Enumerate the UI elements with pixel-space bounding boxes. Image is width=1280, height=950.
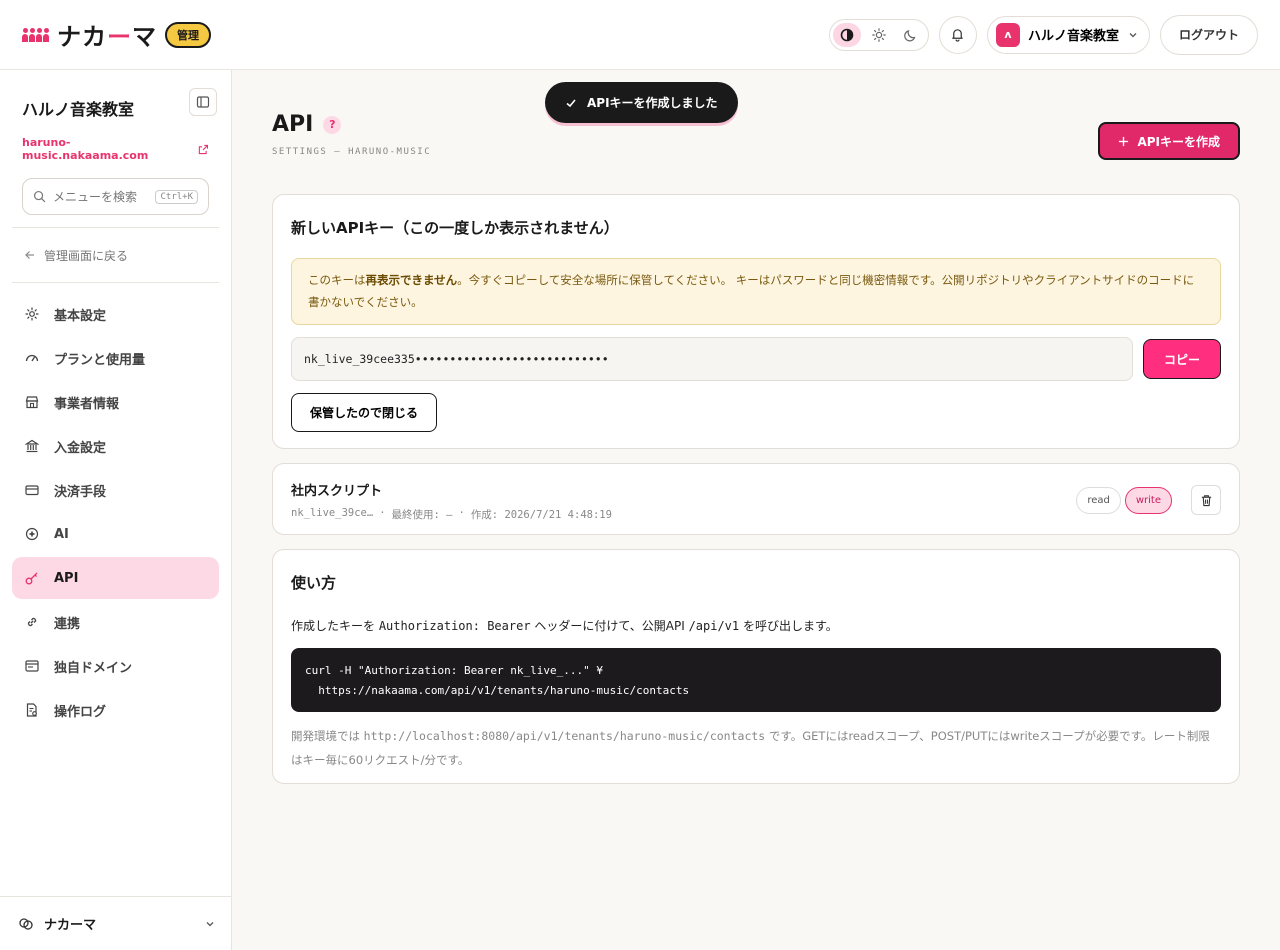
dark-theme-button[interactable]: [897, 23, 925, 47]
check-icon: [566, 98, 576, 107]
chevron-down-icon: [1129, 32, 1137, 37]
delete-api-key-button[interactable]: [1191, 485, 1221, 515]
sidebar: ハルノ音楽教室 haruno-music.nakaama.com Ctrl+K …: [0, 70, 232, 950]
sidebar-item-activity-log[interactable]: 操作ログ: [12, 689, 219, 731]
sidebar-item-integrations[interactable]: 連携: [12, 601, 219, 643]
warning-box: このキーは再表示できません。今すぐコピーして安全な場所に保管してください。 キー…: [291, 258, 1221, 325]
close-new-key-button[interactable]: 保管したので閉じる: [291, 393, 438, 432]
arrow-left-icon: [25, 251, 34, 259]
sidebar-collapse-button[interactable]: [189, 88, 217, 116]
sidebar-item-custom-domain[interactable]: 独自ドメイン: [12, 645, 219, 687]
link-icon: [27, 617, 37, 627]
usage-description: 作成したキーを Authorization: Bearer ヘッダーに付けて、公…: [291, 619, 838, 633]
sidebar-item-business-info[interactable]: 事業者情報: [12, 381, 219, 423]
contrast-theme-button[interactable]: [832, 22, 861, 47]
workspace-switcher[interactable]: ナカーマ: [0, 896, 232, 950]
ai-icon: [25, 527, 39, 541]
brand-name: ナカーマ: [57, 23, 157, 51]
usage-heading: 使い方: [291, 574, 337, 592]
tenant-avatar: ʌ: [995, 22, 1020, 47]
gear-icon: [25, 307, 39, 321]
search-icon: [33, 190, 46, 203]
new-key-heading: 新しいAPIキー（この一度しか表示されません）: [291, 219, 619, 237]
chevron-down-icon: [206, 921, 214, 926]
success-toast: APIキーを作成しました: [545, 82, 738, 123]
bank-icon: [25, 439, 39, 453]
tenant-domain-link[interactable]: haruno-music.nakaama.com: [22, 136, 209, 162]
tenant-switcher[interactable]: ʌ ハルノ音楽教室: [986, 15, 1150, 54]
overlap-circles-icon: [19, 917, 33, 930]
main-content: API ? SETTINGS — HARUNO-MUSIC APIキーを作成 新…: [272, 70, 1240, 784]
sidebar-item-basic-settings[interactable]: 基本設定: [12, 293, 219, 335]
create-api-key-button[interactable]: APIキーを作成: [1098, 122, 1240, 160]
page-title: API: [272, 112, 314, 137]
sidebar-title: ハルノ音楽教室: [22, 100, 135, 119]
trash-icon: [1201, 494, 1211, 506]
gauge-icon: [25, 354, 39, 362]
help-icon[interactable]: ?: [323, 115, 342, 134]
theme-toggle: [828, 18, 929, 51]
logout-button[interactable]: ログアウト: [1159, 14, 1258, 55]
sidebar-item-api[interactable]: API: [12, 557, 219, 599]
curl-example-code: curl -H "Authorization: Bearer nk_live_.…: [291, 648, 1221, 712]
store-icon: [25, 396, 39, 409]
sidebar-item-ai[interactable]: AI: [12, 513, 219, 555]
back-to-admin-link[interactable]: 管理画面に戻る: [0, 228, 231, 282]
sidebar-item-plan-usage[interactable]: プランと使用量: [12, 337, 219, 379]
credit-card-icon: [25, 485, 39, 496]
browser-icon: [25, 660, 39, 672]
admin-badge: 管理: [165, 21, 211, 48]
contrast-icon: [840, 28, 854, 41]
sun-icon: [872, 27, 886, 42]
log-file-icon: [26, 703, 37, 717]
people-logo-icon: [22, 27, 49, 42]
new-api-key-card: 新しいAPIキー（この一度しか表示されません） このキーは再表示できません。今す…: [272, 194, 1240, 449]
top-bar: ナカーマ 管理 ʌ ハルノ音楽教室 ログアウト: [0, 0, 1280, 70]
api-key-list-item: 社内スクリプト nk_live_39ce… · 最終使用: — · 作成: 2026…: [272, 463, 1240, 535]
logo[interactable]: ナカーマ 管理: [22, 17, 211, 52]
copy-button[interactable]: コピー: [1143, 339, 1221, 379]
menu-search-input[interactable]: [53, 189, 149, 204]
plus-icon: [1119, 136, 1129, 146]
sidebar-panel-icon: [196, 96, 210, 108]
api-key-value-field[interactable]: nk_live_39cee335••••••••••••••••••••••••…: [291, 337, 1133, 381]
scope-badge-write: write: [1124, 486, 1172, 514]
breadcrumb: SETTINGS — HARUNO-MUSIC: [272, 147, 432, 157]
search-shortcut: Ctrl+K: [155, 189, 198, 204]
sidebar-search: Ctrl+K: [22, 178, 209, 215]
moon-icon: [904, 29, 916, 41]
light-theme-button[interactable]: [865, 23, 893, 47]
scope-badge-read: read: [1076, 486, 1121, 514]
tenant-name: ハルノ音楽教室: [1027, 29, 1119, 44]
sidebar-item-payout-settings[interactable]: 入金設定: [12, 425, 219, 467]
sidebar-item-payment-methods[interactable]: 決済手段: [12, 469, 219, 511]
bell-icon: [952, 29, 964, 42]
notifications-button[interactable]: [938, 15, 977, 54]
settings-nav: 基本設定 プランと使用量 事業者情報 入金設定 決済手段 AI API 連携 独…: [0, 283, 231, 731]
usage-card: 使い方 作成したキーを Authorization: Bearer ヘッダーに付…: [272, 549, 1240, 784]
external-link-icon: [198, 144, 209, 154]
key-icon: [25, 572, 38, 585]
usage-note: 開発環境では http://localhost:8080/api/v1/tena…: [291, 729, 1210, 767]
